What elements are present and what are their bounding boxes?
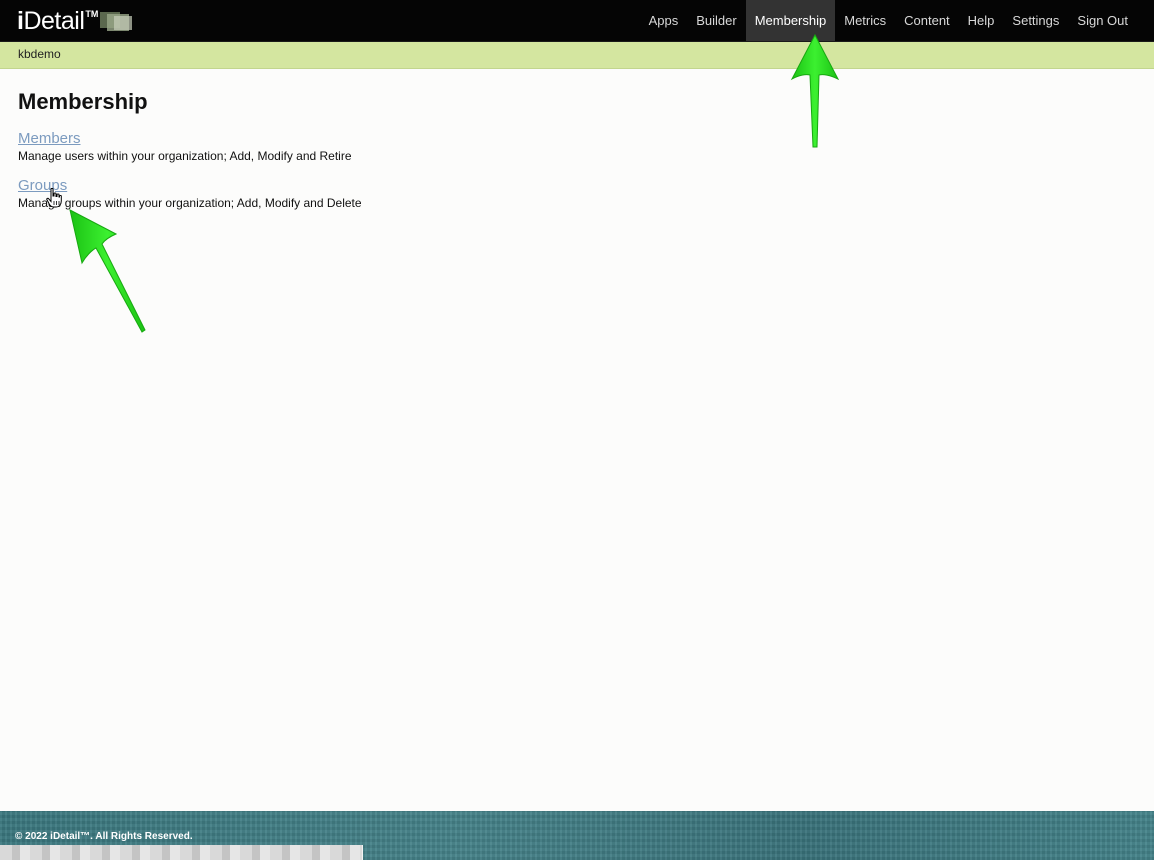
main-content: Membership Members Manage users within y… (18, 88, 1118, 210)
organization-bar: kbdemo (0, 42, 1154, 69)
main-nav: Apps Builder Membership Metrics Content … (640, 0, 1137, 41)
logo-mark-icon (100, 10, 134, 34)
members-description: Manage users within your organization; A… (18, 149, 352, 163)
top-navigation-bar: iDetail TM Apps Builder Membership Metri… (0, 0, 1154, 42)
nav-item-apps[interactable]: Apps (640, 0, 688, 41)
page: iDetail TM Apps Builder Membership Metri… (0, 0, 1154, 860)
organization-name: kbdemo (18, 47, 61, 61)
members-link[interactable]: Members (18, 130, 81, 148)
nav-item-metrics[interactable]: Metrics (835, 0, 895, 41)
nav-item-sign-out[interactable]: Sign Out (1068, 0, 1137, 41)
copyright-text: © 2022 iDetail™. All Rights Reserved. (15, 831, 193, 842)
nav-item-help[interactable]: Help (959, 0, 1004, 41)
logo-wordmark: iDetail (17, 7, 85, 35)
groups-description: Manage groups within your organization; … (18, 196, 362, 210)
idetail-logo[interactable]: iDetail TM (17, 7, 134, 35)
members-section: Members Manage users within your organiz… (18, 130, 352, 164)
nav-item-content[interactable]: Content (895, 0, 959, 41)
page-title: Membership (18, 89, 148, 114)
annotation-arrow-diagonal-icon (69, 209, 146, 333)
nav-item-membership[interactable]: Membership (745, 0, 836, 41)
redacted-strip (0, 845, 363, 860)
nav-item-builder[interactable]: Builder (687, 0, 745, 41)
logo-trademark: TM (85, 9, 99, 19)
groups-section: Groups Manage groups within your organiz… (18, 177, 362, 211)
hand-cursor-icon (46, 188, 62, 208)
nav-item-settings[interactable]: Settings (1003, 0, 1068, 41)
